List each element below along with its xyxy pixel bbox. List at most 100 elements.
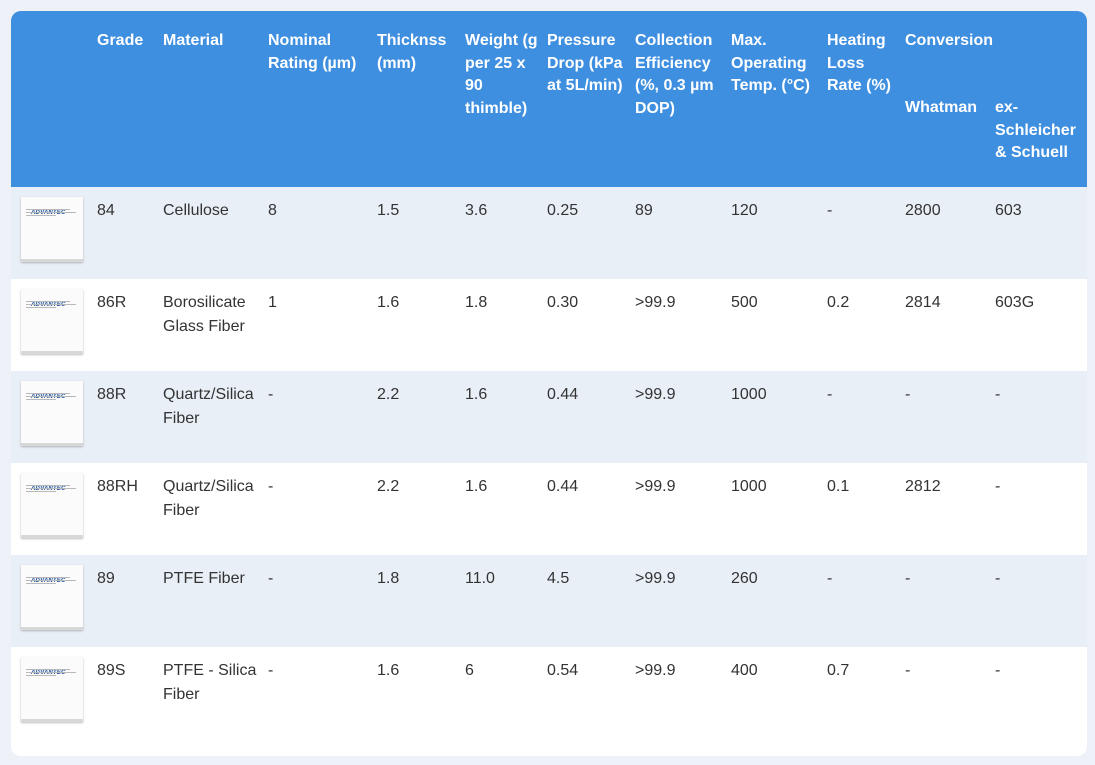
cell-temp: 500	[726, 278, 822, 371]
cell-material: PTFE Fiber	[158, 554, 263, 647]
cell-nominal: -	[263, 370, 372, 463]
cell-whatman: 2800	[900, 186, 990, 279]
product-table-card: Grade Material Nominal Rating (µm) Thick…	[11, 11, 1087, 756]
product-package-image[interactable]: ADVANTEC	[21, 193, 85, 262]
cell-nominal: -	[263, 462, 372, 555]
header-grade: Grade	[92, 11, 158, 187]
table-header: Grade Material Nominal Rating (µm) Thick…	[11, 11, 1087, 187]
product-image-cell: ADVANTEC	[11, 186, 92, 279]
product-package-image[interactable]: ADVANTEC	[21, 285, 85, 354]
product-image-cell: ADVANTEC	[11, 278, 92, 371]
header-schleicher: ex-Schleicher & Schuell	[990, 97, 1087, 187]
cell-nominal: 1	[263, 278, 372, 371]
package-logo: ADVANTEC	[31, 301, 66, 308]
cell-material: PTFE - Silica Fiber	[158, 646, 263, 739]
cell-whatman: 2814	[900, 278, 990, 371]
cell-material: Borosilicate Glass Fiber	[158, 278, 263, 371]
package-logo: ADVANTEC	[31, 669, 66, 676]
cell-thickness: 1.6	[372, 646, 460, 739]
cell-weight: 1.6	[460, 370, 542, 463]
cell-heating: 0.1	[822, 462, 900, 555]
cell-nominal: 8	[263, 186, 372, 279]
header-weight: Weight (g per 25 x 90 thimble)	[460, 11, 542, 187]
header-thickness: Thicknss (mm)	[372, 11, 460, 187]
cell-grade: 86R	[92, 278, 158, 371]
cell-heating: 0.2	[822, 278, 900, 371]
header-image-spacer	[11, 11, 92, 187]
cell-whatman: -	[900, 646, 990, 739]
cell-efficiency: >99.9	[630, 554, 726, 647]
cell-weight: 1.6	[460, 462, 542, 555]
table-row: ADVANTEC 88R Quartz/Silica Fiber -2.2 1.6 0.4…	[11, 370, 1087, 463]
cell-grade: 89	[92, 554, 158, 647]
cell-heating: -	[822, 186, 900, 279]
cell-temp: 1000	[726, 370, 822, 463]
cell-temp: 120	[726, 186, 822, 279]
cell-thickness: 1.5	[372, 186, 460, 279]
cell-thickness: 1.8	[372, 554, 460, 647]
header-conversion: Conversion	[900, 11, 1087, 97]
header-material: Material	[158, 11, 263, 187]
product-package-image[interactable]: ADVANTEC	[21, 469, 85, 538]
cell-schleicher: -	[990, 646, 1087, 739]
cell-temp: 1000	[726, 462, 822, 555]
table-row: ADVANTEC 89 PTFE Fiber -1.8 11.0 4.5 >99.9 260-…	[11, 554, 1087, 647]
cell-grade: 84	[92, 186, 158, 279]
cell-efficiency: 89	[630, 186, 726, 279]
cell-grade: 88RH	[92, 462, 158, 555]
header-max-temp: Max. Operating Temp. (°C)	[726, 11, 822, 187]
product-image-cell: ADVANTEC	[11, 370, 92, 463]
cell-pressure: 0.44	[542, 462, 630, 555]
product-package-image[interactable]: ADVANTEC	[21, 561, 85, 630]
cell-temp: 260	[726, 554, 822, 647]
product-image-cell: ADVANTEC	[11, 554, 92, 647]
cell-weight: 6	[460, 646, 542, 739]
cell-material: Cellulose	[158, 186, 263, 279]
cell-whatman: -	[900, 370, 990, 463]
cell-nominal: -	[263, 554, 372, 647]
product-package-image[interactable]: ADVANTEC	[21, 377, 85, 446]
cell-pressure: 0.44	[542, 370, 630, 463]
cell-heating: 0.7	[822, 646, 900, 739]
table-body: ADVANTEC 84 Cellulose 8 1.5 3.6 0.25 89 120-2800…	[11, 186, 1087, 739]
table-row: ADVANTEC 89S PTFE - Silica Fiber - 1.6 6 0.54 >…	[11, 646, 1087, 739]
cell-schleicher: 603G	[990, 278, 1087, 371]
cell-pressure: 0.54	[542, 646, 630, 739]
cell-efficiency: >99.9	[630, 278, 726, 371]
cell-grade: 89S	[92, 646, 158, 739]
package-logo: ADVANTEC	[31, 485, 66, 492]
cell-weight: 3.6	[460, 186, 542, 279]
cell-efficiency: >99.9	[630, 462, 726, 555]
cell-material: Quartz/Silica Fiber	[158, 370, 263, 463]
cell-efficiency: >99.9	[630, 370, 726, 463]
package-logo: ADVANTEC	[31, 209, 66, 216]
cell-schleicher: 603	[990, 186, 1087, 279]
cell-thickness: 1.6	[372, 278, 460, 371]
cell-efficiency: >99.9	[630, 646, 726, 739]
cell-schleicher: -	[990, 462, 1087, 555]
product-package-image[interactable]: ADVANTEC	[21, 653, 85, 722]
cell-thickness: 2.2	[372, 370, 460, 463]
table-row: ADVANTEC 86R Borosilicate Glass Fiber 1 1.6 1…	[11, 278, 1087, 371]
cell-pressure: 0.30	[542, 278, 630, 371]
table-row: ADVANTEC 88RH Quartz/Silica Fiber -2.2 1.6 0.…	[11, 462, 1087, 555]
specifications-table: Grade Material Nominal Rating (µm) Thick…	[11, 11, 1087, 739]
header-heating-loss: Heating Loss Rate (%)	[822, 11, 900, 187]
header-whatman: Whatman	[900, 97, 990, 187]
cell-grade: 88R	[92, 370, 158, 463]
cell-schleicher: -	[990, 370, 1087, 463]
cell-temp: 400	[726, 646, 822, 739]
header-nominal-rating: Nominal Rating (µm)	[263, 11, 372, 187]
header-pressure-drop: Pressure Drop (kPa at 5L/min)	[542, 11, 630, 187]
cell-pressure: 4.5	[542, 554, 630, 647]
product-image-cell: ADVANTEC	[11, 646, 92, 739]
header-collection-efficiency: Collection Efficiency (%, 0.3 µm DOP)	[630, 11, 726, 187]
cell-whatman: -	[900, 554, 990, 647]
cell-weight: 11.0	[460, 554, 542, 647]
cell-schleicher: -	[990, 554, 1087, 647]
cell-heating: -	[822, 370, 900, 463]
cell-material: Quartz/Silica Fiber	[158, 462, 263, 555]
cell-heating: -	[822, 554, 900, 647]
package-logo: ADVANTEC	[31, 393, 66, 400]
cell-thickness: 2.2	[372, 462, 460, 555]
